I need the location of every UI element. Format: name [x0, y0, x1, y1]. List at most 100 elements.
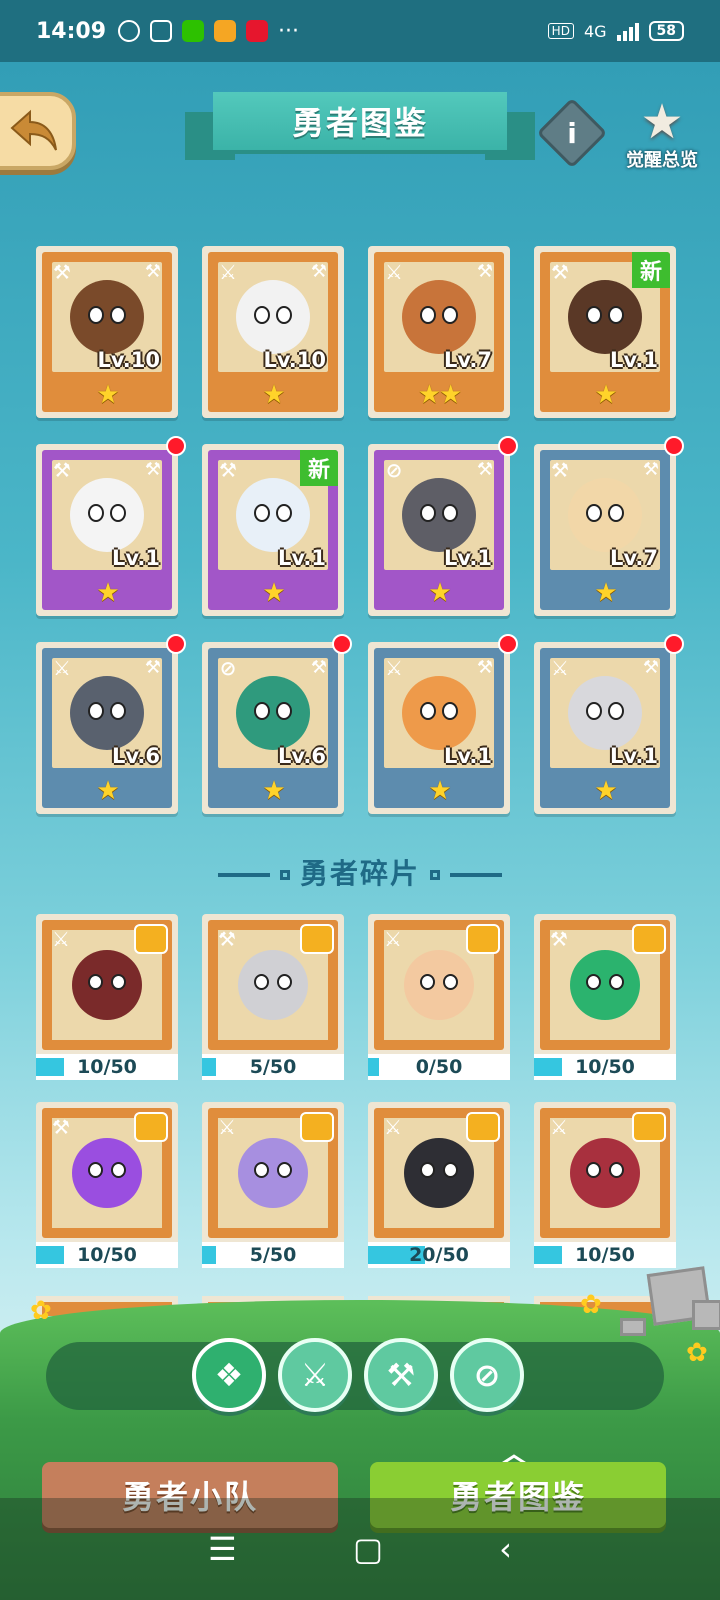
back-button[interactable] — [0, 92, 76, 170]
fragment-frame: ⚔ — [208, 1108, 338, 1238]
puzzle-piece-icon — [466, 1112, 500, 1142]
filter-all-button[interactable]: ❖ — [192, 1338, 266, 1412]
sword-class-icon: ⚔ — [384, 1115, 402, 1139]
hero-face — [236, 478, 310, 552]
hero-level: Lv.10 — [97, 348, 160, 372]
sword-class-icon: ⚔ — [385, 656, 403, 680]
hero-card[interactable]: ⊘ ⚒ Lv.6 ★ — [202, 634, 352, 814]
sword-class-icon: ⚔ — [385, 260, 403, 284]
compass-class-icon: ⊘ — [385, 458, 403, 482]
fragment-card[interactable]: ⚔ 0/50 — [368, 914, 510, 1080]
hero-level: Lv.6 — [278, 744, 326, 768]
hero-frame: ⚔ ⚒ Lv.6 ★ — [42, 648, 172, 808]
notification-dot — [166, 634, 186, 654]
fragment-progress-bar: 10/50 — [534, 1242, 676, 1268]
hero-frame: ⚔ ⚒ Lv.1 ★ — [374, 648, 504, 808]
back-nav-icon[interactable]: ‹ — [499, 1530, 512, 1568]
hero-card[interactable]: ⚔ ⚒ Lv.6 ★ — [36, 634, 186, 814]
fragment-progress-bar: 5/50 — [202, 1242, 344, 1268]
hero-level: Lv.1 — [444, 744, 492, 768]
notification-dot — [664, 436, 684, 456]
filter-compass-button[interactable]: ⊘ — [450, 1338, 524, 1412]
fragment-card[interactable]: ⚔ 10/50 — [36, 914, 178, 1080]
fragments-title-text: 勇者碎片 — [299, 857, 420, 890]
fragment-card[interactable]: ⚔ 10/50 — [534, 1102, 676, 1268]
system-nav-bar: ☰ ▢ ‹ — [0, 1498, 720, 1600]
fragment-card[interactable]: ⚒ 10/50 — [534, 914, 676, 1080]
hero-stars: ★ — [594, 380, 617, 410]
home-icon[interactable]: ▢ — [353, 1530, 383, 1568]
hero-card[interactable]: ⚒ ⚒ Lv.1 ★ — [36, 436, 186, 616]
hero-stars: ★ — [96, 578, 119, 608]
hero-level: Lv.1 — [112, 546, 160, 570]
sword-class-icon: ⚔ — [52, 927, 70, 951]
hero-level: Lv.1 — [444, 546, 492, 570]
hero-card[interactable]: ⚒ 新 Lv.1 ★ — [202, 444, 344, 616]
hero-face — [568, 478, 642, 552]
rock-decoration — [620, 1318, 646, 1336]
fragment-card[interactable]: ⚒ 5/50 — [202, 914, 344, 1080]
notification-dot — [498, 634, 518, 654]
menu-icon[interactable]: ☰ — [208, 1530, 237, 1568]
sword-class-icon: ⚔ — [550, 1115, 568, 1139]
sword-class-icon: ⚔ — [384, 927, 402, 951]
fragment-face — [72, 1138, 142, 1208]
fragment-frame: ⚔ — [374, 1108, 504, 1238]
fragment-progress-bar: 10/50 — [36, 1054, 178, 1080]
hero-card[interactable]: ⚔ ⚒ Lv.7 ★★ — [368, 246, 510, 418]
fragment-progress-text: 10/50 — [575, 1056, 635, 1078]
hammer-class-icon: ⚒ — [551, 260, 569, 284]
filter-sword-button[interactable]: ⚔ — [278, 1338, 352, 1412]
fragment-progress-text: 0/50 — [415, 1056, 463, 1078]
hero-stars: ★ — [428, 578, 451, 608]
hero-stars: ★ — [262, 380, 285, 410]
awaken-overview-button[interactable]: ★ 觉醒总览 — [612, 92, 712, 182]
sword-icon: ⚔ — [300, 1356, 330, 1394]
fragment-card[interactable]: ⚒ 10/50 — [36, 1102, 178, 1268]
hero-card[interactable]: ⚒ ⚒ Lv.10 ★ — [36, 246, 178, 418]
class-filter-bar — [46, 1342, 664, 1410]
back-arrow-icon — [10, 109, 57, 151]
notification-dot — [664, 634, 684, 654]
fragment-card[interactable]: ⚔ 5/50 — [202, 1102, 344, 1268]
fragment-progress-bar: 10/50 — [36, 1242, 178, 1268]
fragment-progress-bar: 5/50 — [202, 1054, 344, 1080]
hero-card[interactable]: ⊘ ⚒ Lv.1 ★ — [368, 436, 518, 616]
hero-face — [70, 478, 144, 552]
hero-card[interactable]: ⚔ ⚒ Lv.1 ★ — [368, 634, 518, 814]
notification-dot — [166, 436, 186, 456]
hero-frame: ⚒ ⚒ Lv.1 ★ — [42, 450, 172, 610]
fragment-progress-bar: 10/50 — [534, 1054, 676, 1080]
filter-hammer-button[interactable]: ⚒ — [364, 1338, 438, 1412]
hero-card[interactable]: ⚔ ⚒ Lv.1 ★ — [534, 634, 684, 814]
notification-dot — [332, 634, 352, 654]
hero-frame: ⊘ ⚒ Lv.6 ★ — [208, 648, 338, 808]
flower-decoration: ✿ — [30, 1296, 52, 1326]
hero-card[interactable]: ⚔ ⚒ Lv.10 ★ — [202, 246, 344, 418]
hero-level: Lv.1 — [610, 348, 658, 372]
hero-face — [402, 478, 476, 552]
fragment-progress-text: 5/50 — [249, 1056, 297, 1078]
hero-face — [402, 676, 476, 750]
weapon-upgrade-icon: ⚒ — [310, 260, 328, 282]
hero-level: Lv.7 — [444, 348, 492, 372]
fragment-card[interactable]: ⚔ 20/50 — [368, 1102, 510, 1268]
hero-face — [568, 676, 642, 750]
clock: 14:09 — [36, 18, 107, 44]
hero-face — [568, 280, 642, 354]
fragment-progress-text: 20/50 — [409, 1244, 469, 1266]
hammer-class-icon: ⚒ — [53, 458, 71, 482]
hero-card[interactable]: ⚒ ⚒ Lv.7 ★ — [534, 436, 684, 616]
hammer-class-icon: ⚒ — [218, 927, 236, 951]
hero-stars: ★ — [262, 578, 285, 608]
weapon-upgrade-icon: ⚒ — [144, 260, 162, 282]
hero-card[interactable]: ⚒ 新 Lv.1 ★ — [534, 246, 676, 418]
puzzle-piece-icon — [632, 924, 666, 954]
alarm-icon — [118, 20, 141, 42]
fragments-section-title: 勇者碎片 — [0, 852, 720, 892]
sword-class-icon: ⚔ — [218, 1115, 236, 1139]
info-button[interactable]: i — [536, 97, 608, 169]
rock-decoration — [692, 1300, 720, 1330]
puzzle-piece-icon — [134, 1112, 168, 1142]
hammer-class-icon: ⚒ — [52, 1115, 70, 1139]
